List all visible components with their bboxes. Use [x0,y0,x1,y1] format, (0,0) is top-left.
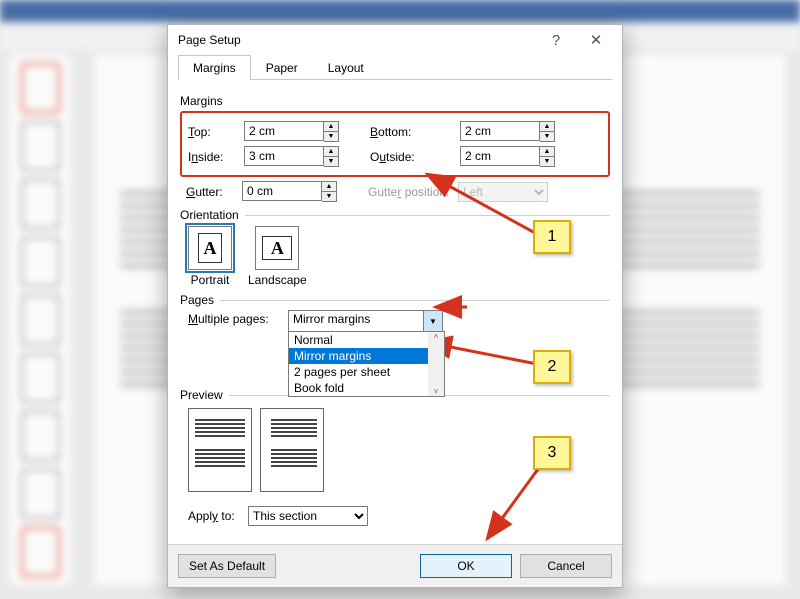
tab-margins[interactable]: Margins [178,55,251,80]
multiple-pages-select[interactable]: Mirror margins ▼ Normal Mirror margins 2… [288,310,443,332]
help-button[interactable]: ? [536,26,576,54]
ok-button[interactable]: OK [420,554,512,578]
top-spinner[interactable]: ▲▼ [244,121,334,142]
spin-down-icon[interactable]: ▼ [540,156,554,166]
landscape-icon: A [262,236,292,260]
bottom-label: Bottom: [370,125,460,139]
spin-down-icon[interactable]: ▼ [540,131,554,141]
chevron-down-icon[interactable]: ▼ [423,311,442,331]
apply-to-label: Apply to: [188,509,248,523]
gutter-position-label: Gutter position: [368,185,458,199]
spin-up-icon[interactable]: ▲ [324,122,338,131]
option-book-fold[interactable]: Book fold [289,380,444,396]
set-as-default-button[interactable]: Set As Default [178,554,276,578]
margins-group-label: Margins [180,94,610,108]
button-bar: Set As Default OK Cancel [168,544,622,587]
spin-down-icon[interactable]: ▼ [322,191,336,201]
multiple-pages-dropdown[interactable]: Normal Mirror margins 2 pages per sheet … [288,331,445,397]
orientation-landscape[interactable]: A Landscape [248,226,307,287]
option-mirror-margins[interactable]: Mirror margins [289,348,444,364]
tab-paper[interactable]: Paper [251,55,313,80]
dropdown-scrollbar[interactable]: ˄˅ [428,332,444,396]
inside-label: Inside: [188,150,244,164]
bottom-input[interactable] [460,121,540,141]
orientation-group-label: Orientation [180,208,610,222]
apply-to-select[interactable]: This section [248,506,368,526]
tab-strip: Margins Paper Layout [178,55,612,80]
cancel-button[interactable]: Cancel [520,554,612,578]
option-normal[interactable]: Normal [289,332,444,348]
outside-label: Outside: [370,150,460,164]
gutter-spinner[interactable]: ▲▼ [242,181,332,202]
portrait-icon: A [198,233,222,263]
spin-up-icon[interactable]: ▲ [540,147,554,156]
top-input[interactable] [244,121,324,141]
spin-up-icon[interactable]: ▲ [322,182,336,191]
outside-spinner[interactable]: ▲▼ [460,146,550,167]
orientation-portrait[interactable]: A Portrait [188,226,232,287]
gutter-position-select: Left [458,182,548,202]
margins-highlight-box: Top: ▲▼ Bottom: ▲▼ Inside: ▲▼ [180,111,610,177]
option-2-pages-per-sheet[interactable]: 2 pages per sheet [289,364,444,380]
preview-page-right [260,408,324,492]
spin-up-icon[interactable]: ▲ [540,122,554,131]
multiple-pages-label: Multiple pages: [188,310,288,326]
titlebar: Page Setup ? ✕ [168,25,622,55]
spin-down-icon[interactable]: ▼ [324,156,338,166]
outside-input[interactable] [460,146,540,166]
spin-up-icon[interactable]: ▲ [324,147,338,156]
page-setup-dialog: Page Setup ? ✕ Margins Paper Layout Marg… [167,24,623,588]
tab-layout[interactable]: Layout [313,55,379,80]
top-label: Top: [188,125,244,139]
inside-spinner[interactable]: ▲▼ [244,146,334,167]
dialog-title: Page Setup [178,33,536,47]
multiple-pages-value: Mirror margins [289,311,423,331]
close-button[interactable]: ✕ [576,26,616,54]
gutter-label: Gutter: [186,185,242,199]
inside-input[interactable] [244,146,324,166]
preview-page-left [188,408,252,492]
gutter-input[interactable] [242,181,322,201]
bottom-spinner[interactable]: ▲▼ [460,121,550,142]
pages-group-label: Pages [180,293,610,307]
preview-area [188,408,610,492]
spin-down-icon[interactable]: ▼ [324,131,338,141]
